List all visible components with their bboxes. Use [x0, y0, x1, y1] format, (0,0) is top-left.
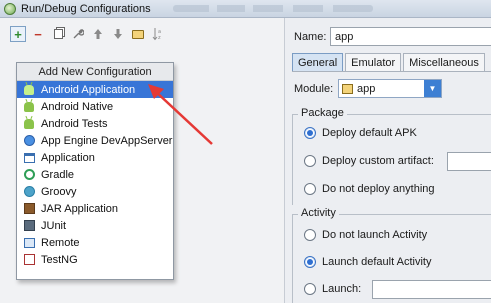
name-row: Name: app	[294, 27, 491, 46]
launch-default-activity-option[interactable]: Launch default Activity	[304, 256, 431, 268]
popup-item-remote[interactable]: Remote	[17, 234, 173, 251]
copy-configuration-button[interactable]	[50, 26, 66, 42]
popup-item-label: Application	[41, 151, 95, 164]
remote-icon	[23, 237, 35, 249]
module-label: Module:	[294, 82, 334, 95]
do-not-deploy-option[interactable]: Do not deploy anything	[304, 183, 435, 195]
popup-item-label: JAR Application	[41, 202, 119, 215]
popup-item-jar-application[interactable]: JAR Application	[17, 200, 173, 217]
popup-item-label: TestNG	[41, 253, 78, 266]
popup-item-label: Android Tests	[41, 117, 108, 130]
radio-icon[interactable]	[304, 229, 316, 241]
popup-item-testng[interactable]: TestNG	[17, 251, 173, 268]
arrow-down-icon	[114, 29, 122, 39]
junit-icon	[23, 220, 35, 232]
radio-selected-icon[interactable]	[304, 127, 316, 139]
module-value: app	[357, 82, 376, 95]
config-tabs: General Emulator Miscellaneous	[292, 53, 487, 71]
annotation-arrow-icon	[148, 84, 213, 145]
configuration-editor: Name: app General Emulator Miscellaneous…	[286, 18, 491, 303]
popup-item-label: Remote	[41, 236, 80, 249]
popup-item-groovy[interactable]: Groovy	[17, 183, 173, 200]
deploy-default-apk-option[interactable]: Deploy default APK	[304, 127, 417, 139]
package-group: Package Deploy default APK Deploy custom…	[292, 107, 491, 205]
app-logo-icon	[4, 2, 16, 15]
app-engine-icon	[23, 135, 35, 147]
gradle-icon	[23, 169, 35, 181]
radio-label: Launch:	[322, 283, 362, 295]
module-select[interactable]: app ▼	[338, 79, 442, 98]
testng-icon	[23, 254, 35, 266]
edit-defaults-button[interactable]	[70, 26, 86, 42]
popup-item-application[interactable]: Application	[17, 149, 173, 166]
popup-item-label: Android Application	[41, 83, 136, 96]
configurations-toolbar: + − a z	[10, 24, 166, 44]
radio-label: Do not deploy anything	[322, 183, 435, 195]
application-icon	[23, 152, 35, 164]
launch-activity-option[interactable]: Launch:	[304, 283, 361, 295]
deploy-custom-artifact-option[interactable]: Deploy custom artifact:	[304, 155, 434, 167]
popup-item-label: Gradle	[41, 168, 75, 181]
sort-az-icon: a z	[152, 28, 161, 41]
radio-icon[interactable]	[304, 283, 316, 295]
name-input[interactable]: app	[330, 27, 491, 46]
general-tab-body: Module: app ▼ Package Deploy default APK…	[292, 71, 491, 303]
sort-button[interactable]: a z	[150, 26, 166, 42]
remove-configuration-button[interactable]: −	[30, 26, 46, 42]
popup-item-junit[interactable]: JUnit	[17, 217, 173, 234]
tab-miscellaneous[interactable]: Miscellaneous	[403, 53, 485, 71]
configurations-panel: + − a z Add New Configuration Android Ap…	[0, 18, 285, 303]
window-title: Run/Debug Configurations	[21, 2, 151, 15]
module-folder-icon	[342, 83, 353, 94]
popup-item-label: Groovy	[41, 185, 77, 198]
window-titlebar: Run/Debug Configurations	[0, 0, 491, 18]
folder-icon	[132, 29, 144, 39]
radio-label: Launch default Activity	[322, 256, 432, 268]
groovy-icon	[23, 186, 35, 198]
blurred-menu-area	[172, 5, 373, 12]
move-up-button[interactable]	[90, 26, 106, 42]
radio-label: Do not launch Activity	[322, 229, 428, 241]
wrench-icon	[73, 28, 84, 39]
popup-item-gradle[interactable]: Gradle	[17, 166, 173, 183]
group-border	[292, 215, 293, 303]
do-not-launch-activity-option[interactable]: Do not launch Activity	[304, 229, 427, 241]
jar-icon	[23, 203, 35, 215]
popup-item-label: Android Native	[41, 100, 114, 113]
launch-activity-input[interactable]	[372, 280, 491, 299]
radio-icon[interactable]	[304, 183, 316, 195]
radio-selected-icon[interactable]	[304, 256, 316, 268]
android-icon	[23, 101, 35, 113]
radio-label: Deploy custom artifact:	[322, 155, 434, 167]
activity-group-title: Activity	[298, 207, 339, 219]
android-icon	[23, 84, 35, 96]
radio-icon[interactable]	[304, 155, 316, 167]
radio-label: Deploy default APK	[322, 127, 417, 139]
module-row: Module: app ▼	[294, 79, 442, 98]
tab-general[interactable]: General	[292, 53, 344, 71]
popup-header: Add New Configuration	[17, 63, 173, 81]
copy-icon	[53, 29, 63, 39]
activity-group: Activity Do not launch Activity Launch d…	[292, 207, 491, 303]
create-folder-button[interactable]	[130, 26, 146, 42]
package-group-title: Package	[298, 107, 347, 119]
move-down-button[interactable]	[110, 26, 126, 42]
android-icon	[23, 118, 35, 130]
svg-text:z: z	[158, 35, 161, 41]
group-border	[292, 115, 293, 205]
add-configuration-button[interactable]: +	[10, 26, 26, 42]
chevron-down-icon[interactable]: ▼	[424, 80, 441, 97]
arrow-up-icon	[94, 29, 102, 39]
name-label: Name:	[294, 30, 327, 43]
custom-artifact-select[interactable]	[447, 152, 491, 171]
tab-emulator[interactable]: Emulator	[345, 53, 402, 71]
popup-item-label: JUnit	[41, 219, 67, 232]
